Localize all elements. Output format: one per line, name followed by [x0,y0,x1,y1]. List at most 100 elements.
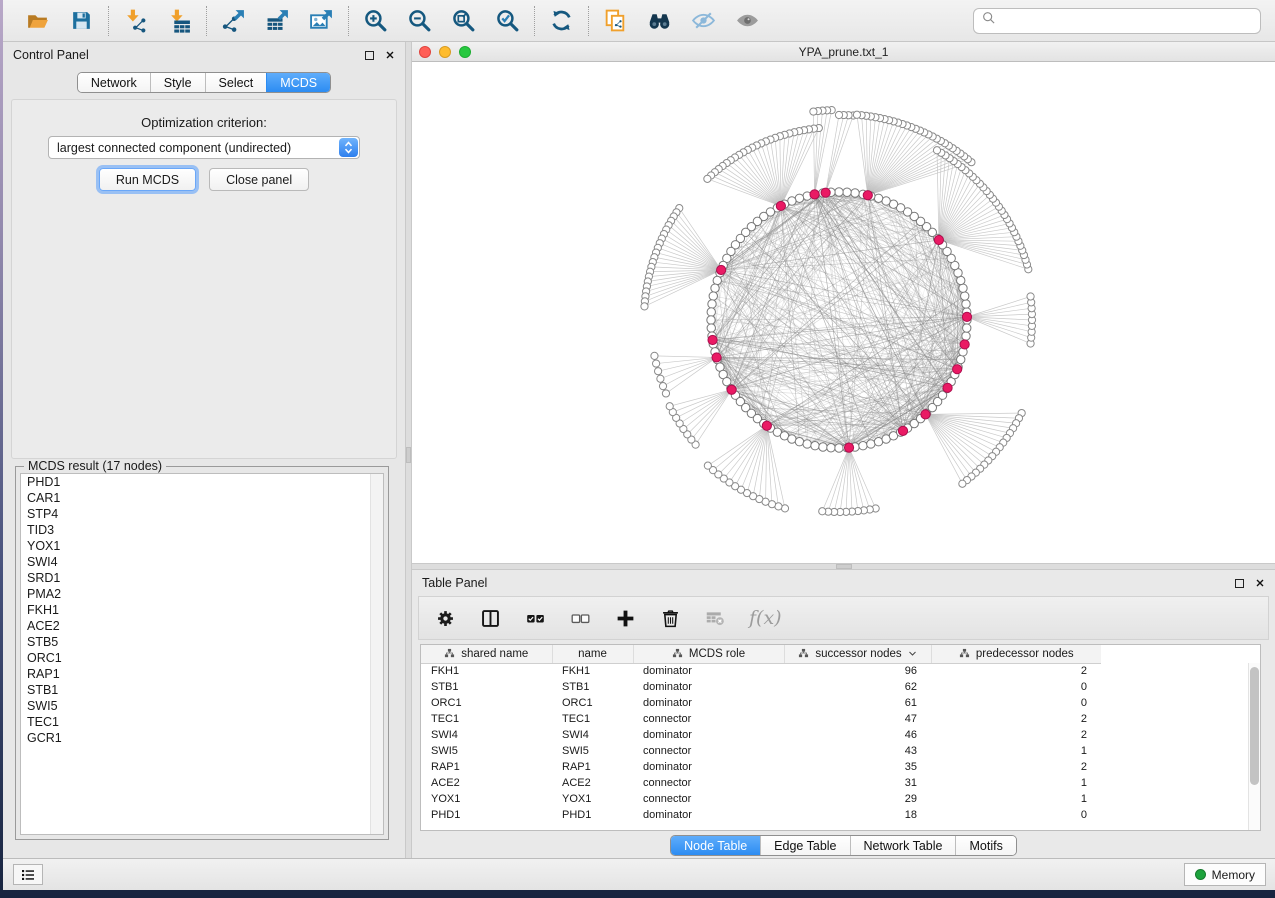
run-mcds-button[interactable]: Run MCDS [99,168,196,191]
table-cell: 31 [784,775,931,791]
optimization-criterion-select[interactable]: largest connected component (undirected) [48,136,360,159]
table-row[interactable]: TEC1TEC1connector472 [421,711,1260,727]
list-item[interactable]: STB5 [21,634,383,650]
zoom-fit-content-icon[interactable] [450,7,477,34]
show-panels-icon[interactable] [734,7,761,34]
export-network-icon[interactable] [220,7,247,34]
list-item[interactable]: CAR1 [21,490,383,506]
table-cell: FKH1 [421,663,552,679]
clone-network-icon[interactable] [602,7,629,34]
tab-motifs[interactable]: Motifs [955,836,1015,855]
scrollbar-thumb[interactable] [1250,667,1259,785]
zoom-selected-icon[interactable] [494,7,521,34]
delete-columns-icon[interactable] [659,607,681,629]
panel-divider-vertical[interactable] [405,42,412,858]
save-session-icon[interactable] [68,7,95,34]
table-row[interactable]: PHD1PHD1dominator180 [421,807,1260,823]
network-view-window: YPA_prune.txt_1 [412,42,1275,563]
column-header[interactable]: successor nodes [784,645,931,663]
close-panel-button[interactable]: Close panel [209,168,309,191]
divider-knob[interactable] [836,564,852,569]
tab-network[interactable]: Network [78,73,150,92]
show-columns-icon[interactable] [479,607,501,629]
tab-edge-table[interactable]: Edge Table [760,836,849,855]
open-session-icon[interactable] [24,7,51,34]
list-item[interactable]: SRD1 [21,570,383,586]
list-item[interactable]: TEC1 [21,714,383,730]
table-cell: dominator [633,807,784,823]
window-maximize-icon[interactable] [459,46,471,58]
select-all-columns-icon[interactable] [524,607,546,629]
network-canvas[interactable] [412,62,1275,563]
tab-node-table[interactable]: Node Table [671,836,760,855]
table-row[interactable]: RAP1RAP1dominator352 [421,759,1260,775]
list-item[interactable]: FKH1 [21,602,383,618]
table-cell: RAP1 [421,759,552,775]
panel-divider-horizontal[interactable] [412,563,1275,570]
table-cell: TEC1 [421,711,552,727]
table-row[interactable]: SWI5SWI5connector431 [421,743,1260,759]
search-network-icon[interactable] [646,7,673,34]
list-item[interactable]: SWI5 [21,698,383,714]
list-item[interactable]: SWI4 [21,554,383,570]
list-icon [20,867,36,883]
column-header[interactable]: MCDS role [633,645,784,663]
table-scrollbar[interactable] [1248,663,1260,830]
search-box[interactable] [973,8,1261,34]
mcds-options-box: Optimization criterion: largest connecte… [11,99,397,459]
list-item[interactable]: TID3 [21,522,383,538]
table-row[interactable]: SWI4SWI4dominator462 [421,727,1260,743]
export-table-icon[interactable] [264,7,291,34]
table-row[interactable]: FKH1FKH1dominator962 [421,663,1260,679]
mcds-result-title: MCDS result (17 nodes) [24,459,166,473]
table-row[interactable]: YOX1YOX1connector291 [421,791,1260,807]
list-item[interactable]: ACE2 [21,618,383,634]
window-close-icon[interactable] [419,46,431,58]
zoom-in-icon[interactable] [362,7,389,34]
mcds-list-scrollbar[interactable] [370,474,383,834]
zoom-out-icon[interactable] [406,7,433,34]
task-history-button[interactable] [13,864,43,885]
list-item[interactable]: PMA2 [21,586,383,602]
float-panel-icon[interactable] [1235,579,1244,588]
list-item[interactable]: YOX1 [21,538,383,554]
tab-style[interactable]: Style [150,73,205,92]
table-cell: 0 [931,679,1101,695]
table-row[interactable]: ACE2ACE2connector311 [421,775,1260,791]
divider-knob[interactable] [406,447,411,463]
tab-network-table[interactable]: Network Table [850,836,956,855]
list-item[interactable]: ORC1 [21,650,383,666]
table-cell: dominator [633,695,784,711]
import-table-icon[interactable] [166,7,193,34]
hide-panels-icon[interactable] [690,7,717,34]
list-item[interactable]: STP4 [21,506,383,522]
column-header[interactable]: shared name [421,645,552,663]
float-panel-icon[interactable] [365,51,374,60]
search-input[interactable] [1002,14,1253,28]
mcds-result-list[interactable]: PHD1CAR1STP4TID3YOX1SWI4SRD1PMA2FKH1ACE2… [20,473,384,835]
tab-select[interactable]: Select [205,73,267,92]
close-panel-icon[interactable] [1255,578,1265,588]
add-column-icon[interactable] [614,607,636,629]
column-header[interactable]: predecessor nodes [931,645,1101,663]
apply-preferred-layout-icon[interactable] [548,7,575,34]
column-header[interactable]: name [552,645,633,663]
export-image-icon[interactable] [308,7,335,34]
list-item[interactable]: GCR1 [21,730,383,746]
optimization-criterion-label: Optimization criterion: [12,115,396,130]
delete-table-icon[interactable] [704,607,726,629]
table-settings-icon[interactable] [434,607,456,629]
table-panel-title: Table Panel [422,576,487,590]
list-item[interactable]: PHD1 [21,474,383,490]
window-minimize-icon[interactable] [439,46,451,58]
table-row[interactable]: ORC1ORC1dominator610 [421,695,1260,711]
list-item[interactable]: RAP1 [21,666,383,682]
close-panel-icon[interactable] [385,50,395,60]
memory-button[interactable]: Memory [1184,863,1266,886]
table-cell: 1 [931,791,1101,807]
list-item[interactable]: STB1 [21,682,383,698]
tab-mcds[interactable]: MCDS [266,73,330,92]
deselect-all-columns-icon[interactable] [569,607,591,629]
table-row[interactable]: STB1STB1dominator620 [421,679,1260,695]
import-network-icon[interactable] [122,7,149,34]
